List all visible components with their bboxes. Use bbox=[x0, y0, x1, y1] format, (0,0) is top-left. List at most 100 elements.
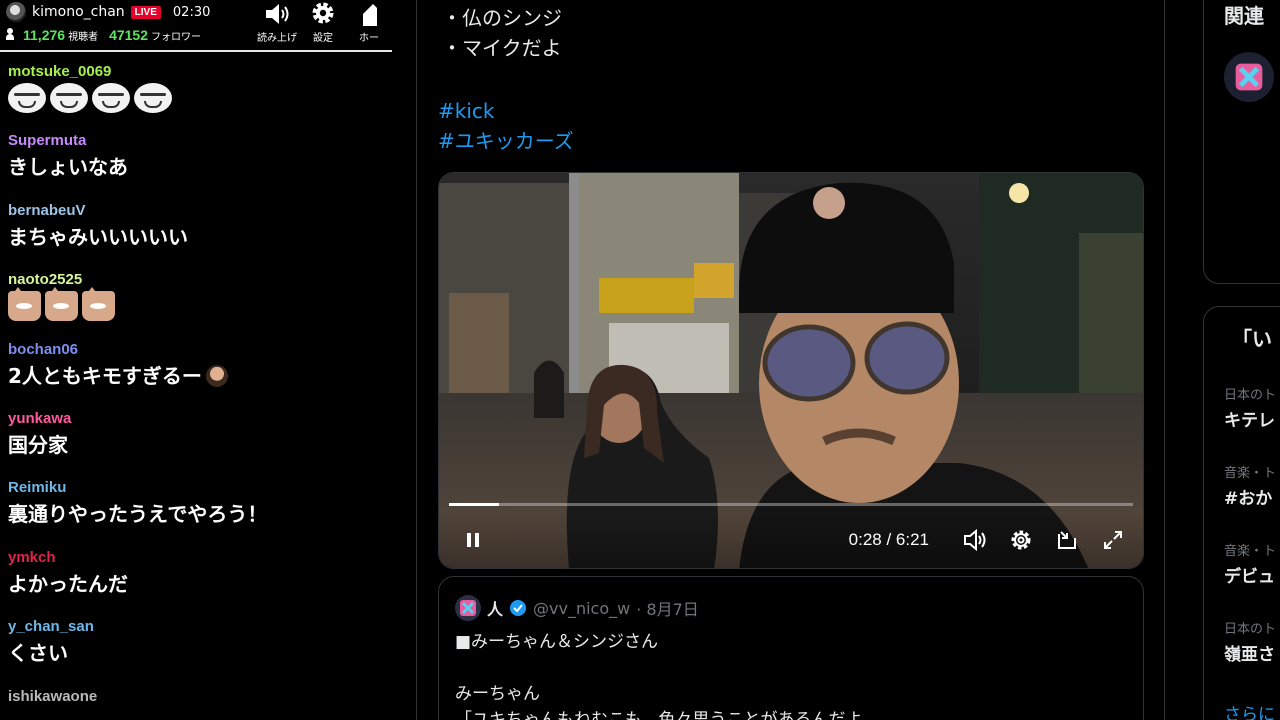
pause-button[interactable] bbox=[457, 524, 489, 556]
video-progress-bar[interactable] bbox=[449, 503, 1133, 506]
cat-emote-icon bbox=[8, 287, 41, 322]
video-player[interactable]: 0:28 / 6:21 bbox=[438, 172, 1144, 569]
chat-message: y_chan_san くさい bbox=[0, 617, 392, 686]
chat-text: きしょいなあ bbox=[8, 155, 128, 180]
quoted-line: 「ユキちゃんもねむこも、色々思うことがあるんだよ bbox=[455, 710, 863, 720]
hashtag-link[interactable]: #ユキッカーズ bbox=[438, 126, 574, 156]
logo-icon bbox=[460, 600, 476, 616]
pip-icon bbox=[1058, 531, 1076, 549]
chat-message: yunkawa 国分家 bbox=[0, 409, 392, 478]
chat-text: よかったんだ bbox=[8, 571, 128, 596]
read-aloud-button[interactable]: 読み上げ bbox=[254, 0, 300, 48]
chat-message: Supermuta きしょいなあ bbox=[0, 131, 392, 200]
column-divider bbox=[416, 0, 417, 720]
volume-button[interactable] bbox=[959, 524, 991, 556]
viewers-icon bbox=[6, 28, 20, 40]
tweet-line: ・仏のシンジ bbox=[442, 6, 562, 30]
quoted-tweet[interactable]: 人 @vv_nico_w · 8月7日 ■みーちゃん＆シンジさん みーちゃん 「… bbox=[438, 576, 1144, 720]
chat-message: ymkch よかったんだ bbox=[0, 548, 392, 617]
chat-text: 国分家 bbox=[8, 432, 68, 457]
laughing-face-emote-icon bbox=[8, 83, 46, 113]
quoted-handle[interactable]: @vv_nico_w bbox=[533, 599, 630, 618]
column-divider bbox=[1164, 0, 1165, 720]
related-accounts-card bbox=[1203, 0, 1280, 284]
trends-title: 「い bbox=[1232, 327, 1272, 351]
live-badge: LIVE bbox=[130, 5, 161, 19]
home-button[interactable]: ホー bbox=[346, 0, 392, 48]
laughing-face-emote-icon bbox=[50, 83, 88, 113]
gear-icon bbox=[1011, 530, 1031, 550]
quoted-date[interactable]: · 8月7日 bbox=[636, 596, 699, 620]
chat-username[interactable]: yunkawa bbox=[8, 409, 392, 429]
stream-elapsed-time: 02:30 bbox=[172, 4, 211, 20]
chat-text: くさい bbox=[8, 641, 68, 666]
channel-avatar[interactable] bbox=[6, 2, 26, 22]
chat-username[interactable]: ymkch bbox=[8, 548, 392, 568]
settings-label: 設定 bbox=[313, 33, 333, 44]
follower-label: フォロワー bbox=[151, 32, 201, 43]
related-account-avatar[interactable] bbox=[1224, 52, 1274, 102]
chat-username[interactable]: Reimiku bbox=[8, 478, 392, 498]
video-time: 0:28 / 6:21 bbox=[848, 530, 929, 549]
stream-header: kimono_chan LIVE 02:30 11,276 視聴者 47152 … bbox=[0, 0, 392, 52]
quoted-avatar[interactable] bbox=[455, 595, 481, 621]
related-title: 関連 bbox=[1224, 4, 1264, 28]
picture-in-picture-button[interactable] bbox=[1051, 524, 1083, 556]
trend-item[interactable]: デビュ bbox=[1224, 562, 1275, 587]
trend-item[interactable]: キテレ bbox=[1224, 406, 1275, 431]
fullscreen-button[interactable] bbox=[1097, 524, 1129, 556]
quoted-display-name[interactable]: 人 bbox=[487, 596, 503, 620]
follower-count: 47152 bbox=[109, 27, 148, 43]
laughing-face-emote-icon bbox=[92, 83, 130, 113]
gear-icon bbox=[312, 2, 334, 24]
hashtag-link[interactable]: #kick bbox=[438, 96, 494, 126]
face-emote-icon bbox=[205, 364, 228, 387]
trend-category: 音楽・ト bbox=[1224, 544, 1277, 559]
chat-username[interactable]: naoto2525 bbox=[8, 270, 392, 290]
trend-item[interactable]: #おか bbox=[1224, 484, 1272, 509]
quoted-line: ■みーちゃん＆シンジさん bbox=[455, 632, 659, 652]
chat-username[interactable]: bochan06 bbox=[8, 340, 392, 360]
settings-button[interactable]: 設定 bbox=[300, 0, 346, 48]
chat-text: まちゃみいいいいい bbox=[8, 224, 188, 249]
emote-row bbox=[8, 287, 392, 322]
video-frame bbox=[439, 173, 1143, 568]
video-controls: 0:28 / 6:21 bbox=[439, 512, 1143, 568]
video-progress-fill bbox=[449, 503, 500, 506]
chat-message: bernabeuV まちゃみいいいいい bbox=[0, 201, 392, 270]
verified-badge-icon bbox=[510, 600, 527, 616]
show-more-link[interactable]: さらに bbox=[1224, 700, 1275, 720]
tweet-line: ・マイクだよ bbox=[442, 36, 562, 60]
chat-username[interactable]: ishikawaone bbox=[8, 687, 392, 707]
channel-name[interactable]: kimono_chan bbox=[32, 4, 125, 20]
chat-text: 2人ともキモすぎるー bbox=[8, 363, 202, 388]
chat-username[interactable]: Supermuta bbox=[8, 131, 392, 151]
chat-text: 裏通りやったうえでやろう！ bbox=[8, 502, 268, 527]
trend-category: 日本のト bbox=[1224, 388, 1277, 403]
chat-username[interactable]: y_chan_san bbox=[8, 617, 392, 637]
speaker-icon bbox=[266, 4, 289, 24]
chat-username[interactable]: motsuke_0069 bbox=[8, 62, 392, 82]
quoted-body: ■みーちゃん＆シンジさん みーちゃん 「ユキちゃんもねむこも、色々思うことがある… bbox=[455, 629, 1127, 720]
chat-username[interactable]: bernabeuV bbox=[8, 201, 392, 221]
logo-icon bbox=[1235, 63, 1263, 91]
cat-emote-icon bbox=[45, 287, 78, 322]
chat-message: Reimiku 裏通りやったうえでやろう！ bbox=[0, 478, 392, 547]
chat-message: bochan06 2人ともキモすぎるー bbox=[0, 340, 392, 409]
trend-item[interactable]: 嶺亜さ bbox=[1224, 640, 1275, 665]
quoted-line bbox=[455, 655, 1127, 681]
home-label: ホー bbox=[359, 33, 379, 44]
home-icon bbox=[363, 4, 377, 26]
chat-message: motsuke_0069 bbox=[0, 62, 392, 131]
emote-row bbox=[8, 82, 392, 114]
video-settings-button[interactable] bbox=[1005, 524, 1037, 556]
expand-icon bbox=[1104, 531, 1122, 549]
chat-message: ishikawaone bbox=[0, 687, 392, 720]
read-aloud-label: 読み上げ bbox=[257, 33, 297, 44]
trend-category: 日本のト bbox=[1224, 622, 1277, 637]
chat-text-with-emote: 2人ともキモすぎるー bbox=[8, 360, 392, 392]
chat-overlay: kimono_chan LIVE 02:30 11,276 視聴者 47152 … bbox=[0, 0, 392, 720]
viewer-count: 11,276 bbox=[23, 27, 66, 43]
volume-icon bbox=[964, 528, 986, 552]
chat-message: naoto2525 bbox=[0, 270, 392, 339]
